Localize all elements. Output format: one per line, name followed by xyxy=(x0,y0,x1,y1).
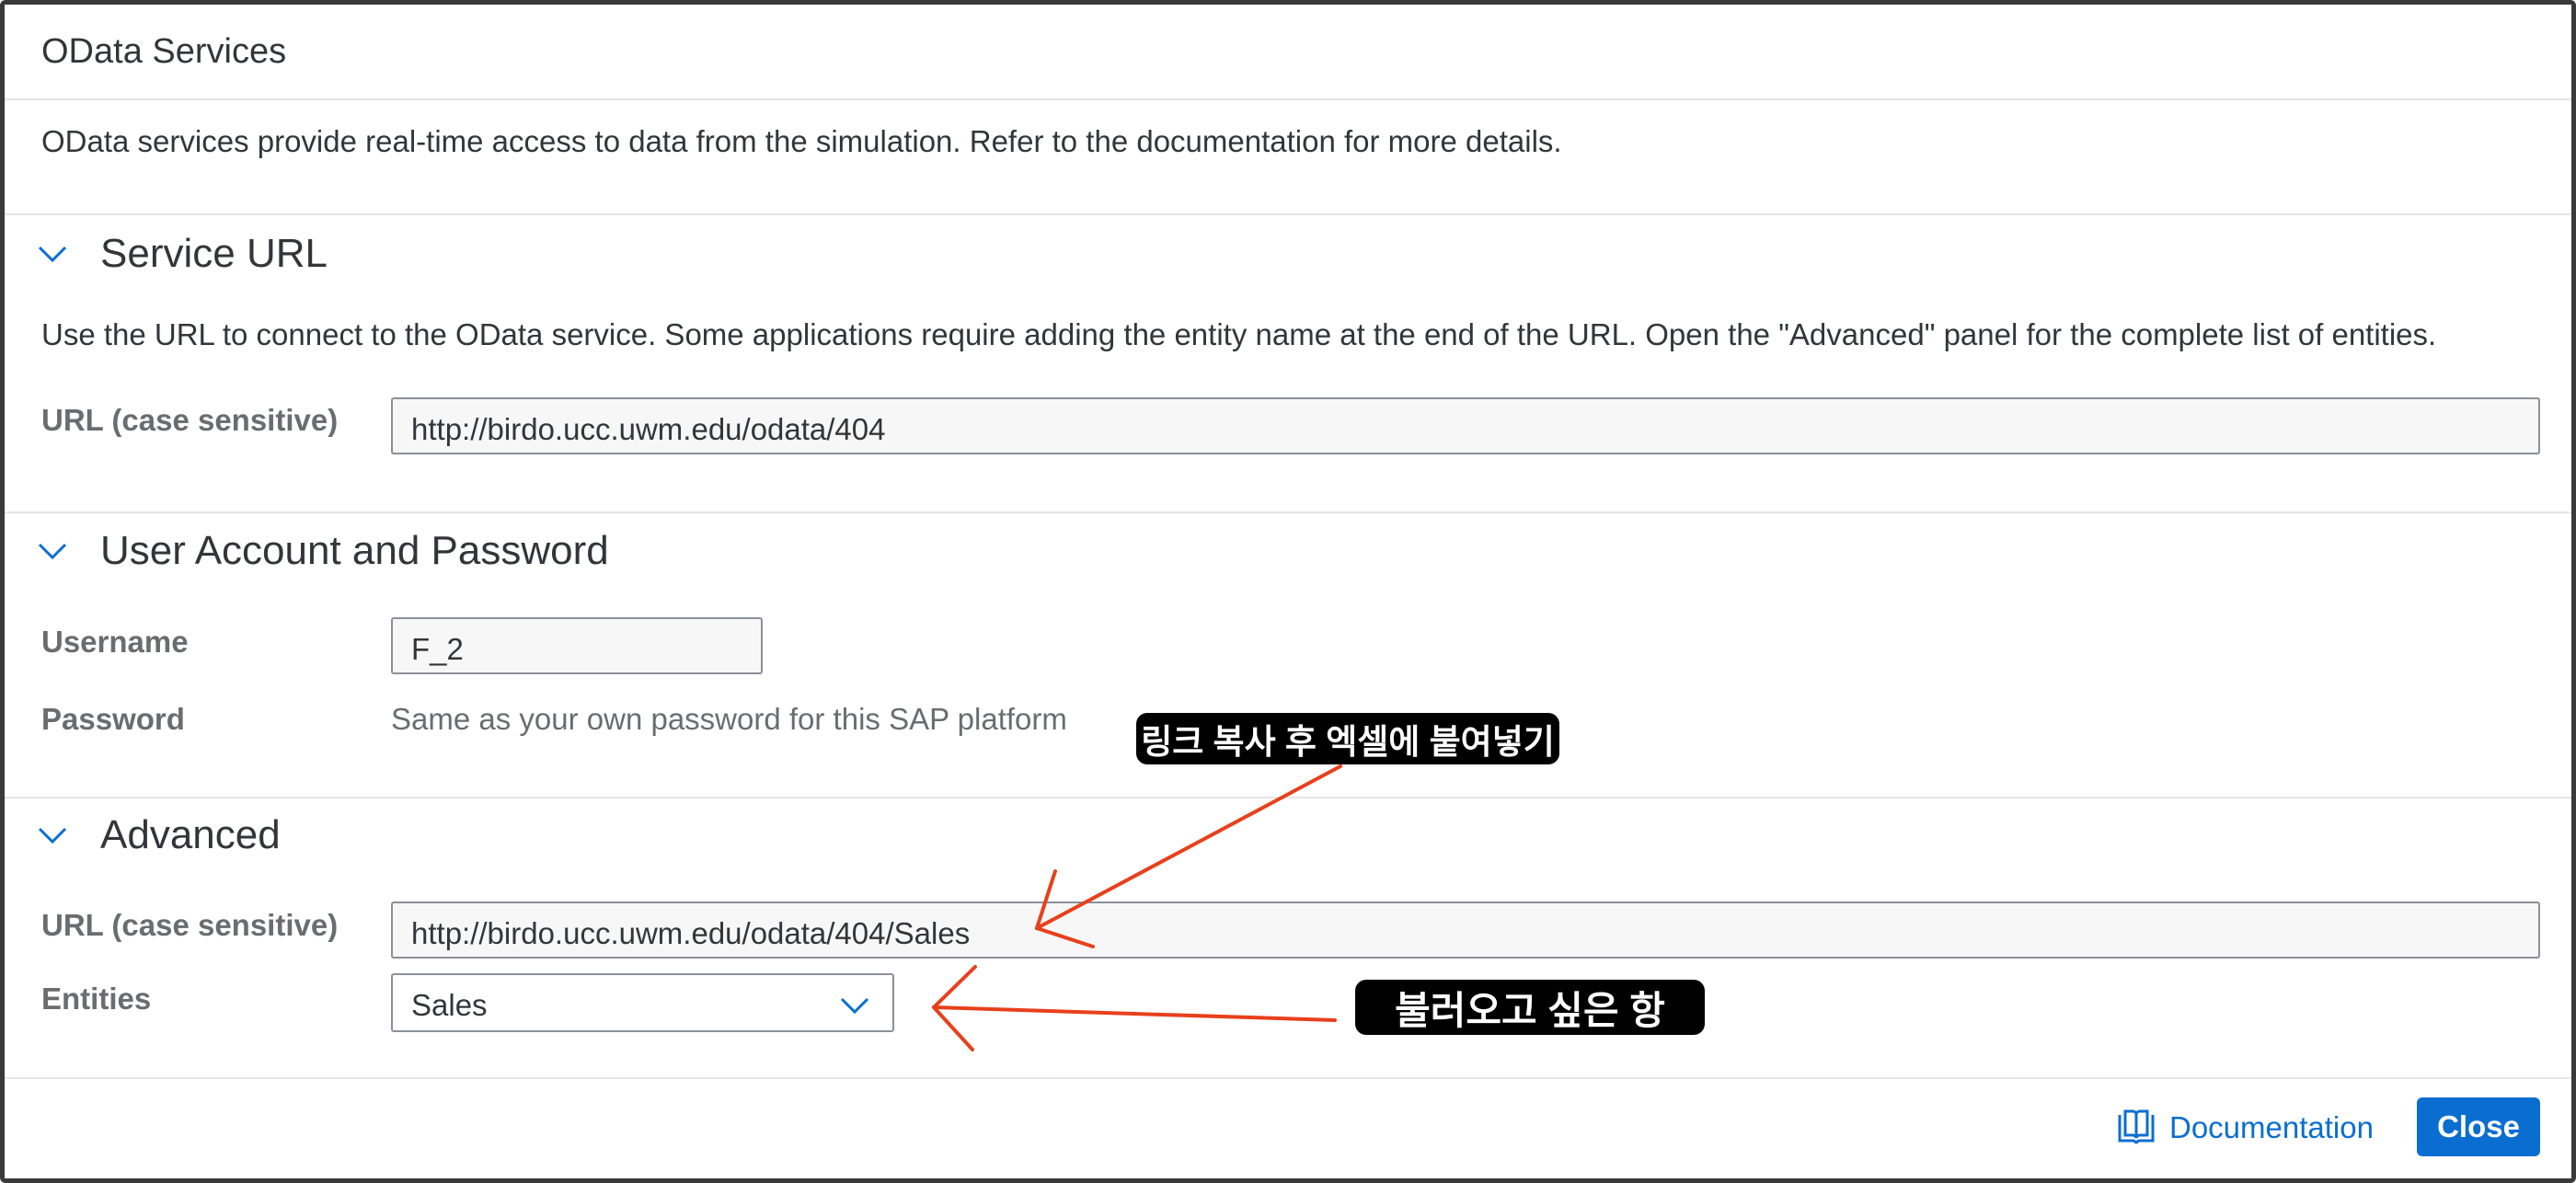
section-title: User Account and Password xyxy=(100,528,609,573)
service-url-field[interactable]: http://birdo.ucc.uwm.edu/odata/404 xyxy=(391,397,2540,454)
advanced-url-label: URL (case sensitive) xyxy=(41,908,339,942)
odata-services-dialog: OData Services OData services provide re… xyxy=(0,0,2576,1183)
divider xyxy=(5,797,2571,798)
chevron-down-icon xyxy=(38,246,67,263)
entities-label: Entities xyxy=(41,982,152,1016)
section-title: Advanced xyxy=(100,812,281,857)
username-label: Username xyxy=(41,625,189,659)
annotation-arrow-entities xyxy=(932,965,1337,1051)
entities-selected-value: Sales xyxy=(411,988,488,1022)
service-url-label: URL (case sensitive) xyxy=(41,403,339,437)
annotation-callout-entity: 불러오고 싶은 항 xyxy=(1355,980,1705,1035)
advanced-url-field[interactable]: http://birdo.ucc.uwm.edu/odata/404/Sales xyxy=(391,902,2540,959)
password-info-text: Same as your own password for this SAP p… xyxy=(391,702,1067,736)
chevron-down-icon xyxy=(840,997,869,1015)
documentation-label: Documentation xyxy=(2169,1110,2374,1144)
dialog-header: OData Services xyxy=(5,5,2571,100)
chevron-down-icon xyxy=(38,543,67,560)
close-button[interactable]: Close xyxy=(2417,1097,2540,1156)
divider xyxy=(5,213,2571,215)
entities-select[interactable]: Sales xyxy=(391,973,894,1032)
password-label: Password xyxy=(41,702,185,736)
documentation-link[interactable]: Documentation xyxy=(2116,1101,2374,1154)
username-field[interactable]: F_2 xyxy=(391,617,763,674)
annotation-callout-copy-link: 링크 복사 후 엑셀에 붙여넣기 xyxy=(1136,713,1559,764)
chevron-down-icon xyxy=(38,827,67,844)
dialog-footer: Documentation Close xyxy=(5,1077,2571,1178)
section-title: Service URL xyxy=(100,231,328,276)
dialog-title: OData Services xyxy=(41,32,287,71)
dialog-intro-text: OData services provide real-time access … xyxy=(41,124,1562,158)
service-url-help-text: Use the URL to connect to the OData serv… xyxy=(41,317,2437,351)
divider xyxy=(5,511,2571,513)
book-icon xyxy=(2118,1109,2155,1146)
